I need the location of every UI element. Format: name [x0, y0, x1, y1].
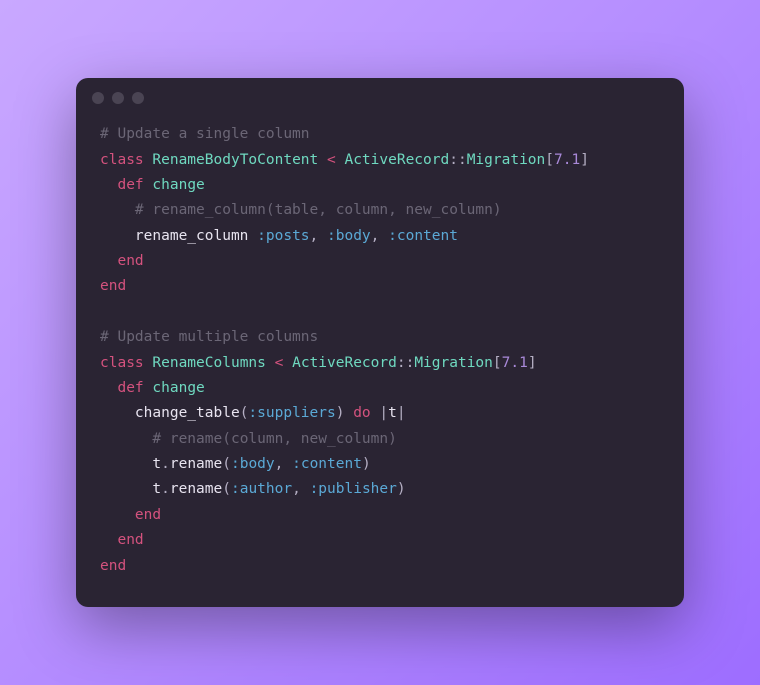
- code-ident: rename: [170, 456, 222, 472]
- code-ident: change_table: [135, 405, 240, 421]
- code-comment: # rename_column(table, column, new_colum…: [135, 202, 502, 218]
- code-block: # Update a single column class RenameBod…: [76, 112, 684, 607]
- code-keyword: end: [117, 253, 143, 269]
- code-symbol: :body: [327, 228, 371, 244]
- code-const: ActiveRecord: [292, 355, 397, 371]
- code-operator: <: [327, 152, 336, 168]
- code-punct: ,: [310, 228, 319, 244]
- code-punct: ::: [449, 152, 466, 168]
- code-const: Migration: [414, 355, 493, 371]
- code-symbol: :content: [388, 228, 458, 244]
- window-titlebar: [76, 78, 684, 112]
- code-operator: <: [275, 355, 284, 371]
- code-punct: .: [161, 456, 170, 472]
- code-symbol: :publisher: [310, 481, 397, 497]
- code-keyword: end: [117, 532, 143, 548]
- code-number: 7.1: [554, 152, 580, 168]
- code-keyword: end: [100, 558, 126, 574]
- code-method: change: [152, 380, 204, 396]
- code-punct: ,: [275, 456, 284, 472]
- code-method: change: [152, 177, 204, 193]
- code-classname: RenameColumns: [152, 355, 266, 371]
- code-var: t: [388, 405, 397, 421]
- code-symbol: :suppliers: [248, 405, 335, 421]
- code-keyword: def: [117, 177, 143, 193]
- code-punct: (: [222, 456, 231, 472]
- code-punct: ::: [397, 355, 414, 371]
- code-punct: .: [161, 481, 170, 497]
- code-pipe: |: [397, 405, 406, 421]
- window-dot-minimize-icon: [112, 92, 124, 104]
- code-var: t: [152, 481, 161, 497]
- window-dot-close-icon: [92, 92, 104, 104]
- code-punct: ): [336, 405, 345, 421]
- code-comment: # Update multiple columns: [100, 329, 318, 345]
- code-punct: ]: [580, 152, 589, 168]
- code-keyword: do: [353, 405, 370, 421]
- code-punct: ,: [371, 228, 380, 244]
- code-punct: [: [545, 152, 554, 168]
- code-punct: ,: [292, 481, 301, 497]
- code-number: 7.1: [502, 355, 528, 371]
- code-keyword: class: [100, 355, 144, 371]
- code-symbol: :content: [292, 456, 362, 472]
- code-comment: # rename(column, new_column): [152, 431, 396, 447]
- code-symbol: :posts: [257, 228, 309, 244]
- code-window: # Update a single column class RenameBod…: [76, 78, 684, 607]
- code-comment: # Update a single column: [100, 126, 310, 142]
- code-ident: rename: [170, 481, 222, 497]
- code-keyword: def: [117, 380, 143, 396]
- code-ident: rename_column: [135, 228, 249, 244]
- code-pipe: |: [379, 405, 388, 421]
- code-const: Migration: [467, 152, 546, 168]
- code-const: ActiveRecord: [344, 152, 449, 168]
- code-punct: ]: [528, 355, 537, 371]
- code-var: t: [152, 456, 161, 472]
- code-punct: ): [397, 481, 406, 497]
- code-classname: RenameBodyToContent: [152, 152, 318, 168]
- window-dot-zoom-icon: [132, 92, 144, 104]
- code-keyword: class: [100, 152, 144, 168]
- code-punct: [: [493, 355, 502, 371]
- code-symbol: :author: [231, 481, 292, 497]
- code-symbol: :body: [231, 456, 275, 472]
- code-punct: ): [362, 456, 371, 472]
- code-keyword: end: [135, 507, 161, 523]
- code-punct: (: [222, 481, 231, 497]
- code-keyword: end: [100, 278, 126, 294]
